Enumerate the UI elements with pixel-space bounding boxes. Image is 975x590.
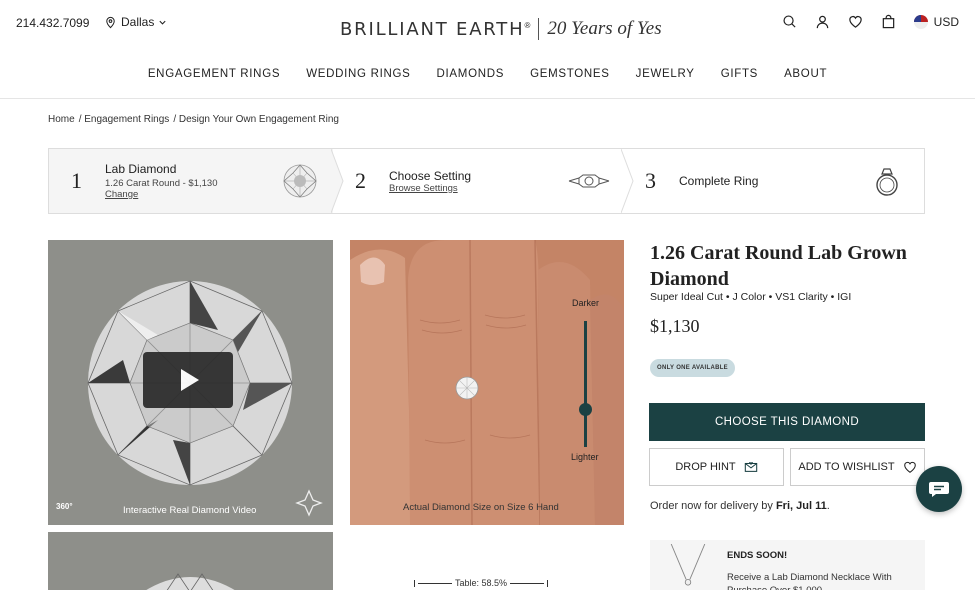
- skin-tone-lighter-label: Lighter: [571, 452, 599, 462]
- necklace-icon: [670, 544, 706, 586]
- currency-label: USD: [933, 14, 959, 29]
- shopping-bag-icon[interactable]: [881, 14, 896, 29]
- change-diamond-link[interactable]: Change: [105, 189, 218, 200]
- nav-wedding-rings[interactable]: WEDDING RINGS: [306, 68, 410, 80]
- delivery-prefix: Order now for delivery by: [650, 500, 773, 512]
- search-icon[interactable]: [782, 14, 797, 29]
- hand-caption: Actual Diamond Size on Size 6 Hand: [403, 502, 559, 513]
- chevron-down-icon: [159, 20, 166, 25]
- drop-hint-button[interactable]: DROP HINT: [649, 448, 784, 486]
- delivery-estimate: Order now for delivery by Fri, Jul 11.: [650, 500, 830, 512]
- ring-builder-steps: 1 Lab Diamond 1.26 Carat Round - $1,130 …: [48, 148, 925, 214]
- product-price: $1,130: [650, 316, 700, 336]
- diamond-icon: [283, 164, 317, 198]
- diamond-profile-image[interactable]: [48, 532, 333, 590]
- breadcrumb-home[interactable]: Home: [48, 114, 75, 125]
- registered-mark: ®: [524, 20, 531, 30]
- 360-view-badge[interactable]: 360°: [56, 502, 73, 511]
- nav-divider: [0, 98, 975, 99]
- header-icons: USD: [782, 14, 959, 29]
- step-choose-setting[interactable]: 2 Choose Setting Browse Settings: [333, 149, 623, 213]
- step-title: Choose Setting: [389, 168, 472, 183]
- product-specs: Super Ideal Cut • J Color • VS1 Clarity …: [650, 291, 852, 303]
- delivery-date: Fri, Jul 11: [775, 500, 827, 512]
- chat-button[interactable]: [916, 466, 962, 512]
- add-to-wishlist-label: ADD TO WISHLIST: [798, 461, 895, 473]
- step-detail: 1.26 Carat Round - $1,130: [105, 178, 218, 189]
- availability-badge: ONLY ONE AVAILABLE: [650, 359, 735, 377]
- nav-about[interactable]: ABOUT: [784, 68, 827, 80]
- location-pin-icon: [106, 16, 115, 28]
- promo-title: ENDS SOON!: [727, 550, 788, 561]
- brand-divider: [538, 18, 540, 40]
- table-measurement: Table: 58.5%: [414, 578, 549, 588]
- promo-text: Receive a Lab Diamond Necklace With Purc…: [727, 572, 892, 590]
- ring-icon: [876, 168, 898, 196]
- breadcrumb-design-ring[interactable]: / Design Your Own Engagement Ring: [173, 114, 339, 125]
- add-to-wishlist-button[interactable]: ADD TO WISHLIST: [790, 448, 925, 486]
- diamond-profile: [146, 573, 235, 590]
- brand-logo[interactable]: BRILLIANT EARTH ® 20 Years of Yes: [340, 18, 662, 40]
- breadcrumb-engagement-rings[interactable]: / Engagement Rings: [79, 114, 170, 125]
- delivery-suffix: .: [826, 500, 830, 512]
- drop-hint-label: DROP HINT: [675, 461, 736, 473]
- step-number: 1: [71, 168, 82, 193]
- browse-settings-link[interactable]: Browse Settings: [389, 183, 471, 194]
- main-nav: ENGAGEMENT RINGS WEDDING RINGS DIAMONDS …: [0, 68, 975, 80]
- ring-setting-icon: [568, 174, 610, 188]
- diamond-video[interactable]: 360° Interactive Real Diamond Video: [48, 240, 333, 525]
- nav-jewelry[interactable]: JEWELRY: [636, 68, 695, 80]
- brand-name: BRILLIANT EARTH: [340, 18, 525, 40]
- heart-icon: [903, 461, 916, 473]
- step-title: Complete Ring: [679, 174, 759, 188]
- step-lab-diamond[interactable]: 1 Lab Diamond 1.26 Carat Round - $1,130 …: [49, 149, 333, 213]
- table-measurement-label: Table: 58.5%: [454, 578, 508, 588]
- promo-banner[interactable]: ENDS SOON! Receive a Lab Diamond Necklac…: [650, 540, 925, 590]
- nav-gifts[interactable]: GIFTS: [721, 68, 758, 80]
- account-icon[interactable]: [815, 14, 830, 29]
- nav-engagement-rings[interactable]: ENGAGEMENT RINGS: [148, 68, 280, 80]
- hand-size-preview[interactable]: Darker Lighter Actual Diamond Size on Si…: [350, 240, 624, 525]
- location-label: Dallas: [121, 15, 155, 29]
- currency-selector[interactable]: USD: [913, 14, 959, 29]
- product-title: 1.26 Carat Round Lab Grown Diamond: [650, 242, 907, 290]
- step-title: Lab Diamond: [105, 162, 177, 176]
- play-icon[interactable]: [143, 352, 233, 408]
- brand-mark-icon: [295, 489, 323, 517]
- top-bar: 214.432.7099 Dallas BRILLIANT EARTH ® 20 …: [0, 0, 975, 60]
- location-selector[interactable]: Dallas: [104, 15, 167, 29]
- nav-diamonds[interactable]: DIAMONDS: [437, 68, 505, 80]
- skin-tone-darker-label: Darker: [572, 298, 600, 308]
- choose-this-diamond-button[interactable]: CHOOSE THIS DIAMOND: [649, 403, 925, 441]
- phone-number[interactable]: 214.432.7099: [16, 16, 89, 30]
- skin-tone-slider[interactable]: [584, 321, 587, 447]
- breadcrumb: Home / Engagement Rings / Design Your Ow…: [48, 114, 339, 125]
- video-caption: Interactive Real Diamond Video: [123, 505, 257, 516]
- nav-gemstones[interactable]: GEMSTONES: [530, 68, 610, 80]
- wishlist-heart-icon[interactable]: [848, 14, 863, 29]
- brand-tagline: 20 Years of Yes: [547, 18, 662, 39]
- us-flag-icon: [913, 14, 928, 29]
- step-complete-ring[interactable]: 3 Complete Ring: [623, 149, 924, 213]
- hand-image: [350, 240, 624, 525]
- envelope-heart-icon: [744, 462, 757, 472]
- step-number: 2: [355, 168, 366, 193]
- step-number: 3: [645, 168, 656, 193]
- chat-bubble-icon: [929, 482, 949, 497]
